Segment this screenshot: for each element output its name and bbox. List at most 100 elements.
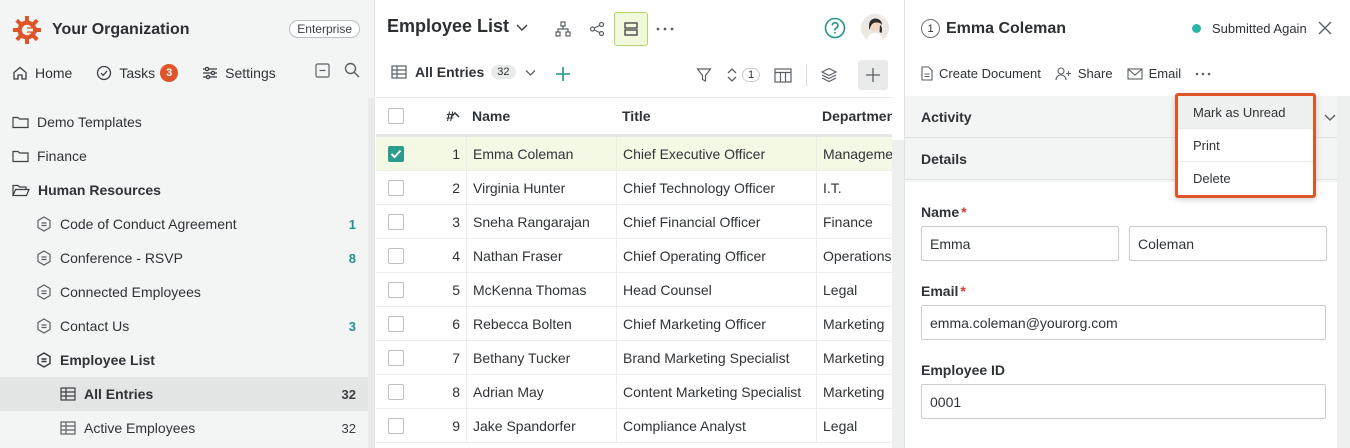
avatar[interactable] [861,14,889,42]
col-number[interactable]: # [416,108,466,124]
row-checkbox[interactable] [388,417,404,434]
tree-item-connected-employees[interactable]: Connected Employees [0,275,368,309]
search-icon[interactable] [344,62,360,78]
table-row[interactable]: 7 Bethany Tucker Brand Marketing Specialis… [376,341,892,375]
tree-item-demo-templates[interactable]: Demo Templates [0,105,368,139]
row-title: Chief Technology Officer [616,171,816,204]
more-views-button[interactable] [648,12,682,46]
table-row[interactable]: 2 Virginia Hunter Chief Technology Officer… [376,171,892,205]
select-all-checkbox[interactable] [388,108,404,124]
form-icon [36,284,52,300]
tree-item-employee-list[interactable]: Employee List [0,343,368,377]
row-checkbox[interactable] [388,247,404,264]
last-name-field[interactable]: Coleman [1129,226,1327,261]
table-row[interactable]: 6 Rebecca Bolten Chief Marketing Officer Ma… [376,307,892,341]
collapse-all-icon[interactable] [315,62,330,78]
nav-tools [301,62,360,78]
first-name-field[interactable]: Emma [921,226,1119,261]
table-icon [391,65,407,79]
org-logo-icon [13,16,41,44]
email-field[interactable]: emma.coleman@yourorg.com [921,305,1326,340]
row-name: Sneha Rangarajan [466,205,616,238]
tree-item-human-resources[interactable]: Human Resources [0,173,368,207]
tree-item-finance[interactable]: Finance [0,139,368,173]
share-button[interactable]: Share [1055,66,1113,81]
filter-button[interactable] [696,67,712,83]
table-row[interactable]: 4 Nathan Fraser Chief Operating Officer Ope… [376,239,892,273]
row-name: Jake Spandorfer [466,409,616,442]
row-checkbox[interactable] [388,179,404,196]
row-department: Marketing [816,307,892,340]
employee-id-field[interactable]: 0001 [921,384,1326,419]
plan-badge: Enterprise [289,20,360,38]
table-view-button[interactable] [614,12,648,46]
row-checkbox[interactable] [388,383,404,400]
tree-item-code-of-conduct[interactable]: Code of Conduct Agreement 1 [0,207,368,241]
workflow-view-button[interactable] [546,12,580,46]
table-row[interactable]: 3 Sneha Rangarajan Chief Financial Officer… [376,205,892,239]
help-icon[interactable] [824,17,846,39]
record-name: Emma Coleman [946,19,1067,37]
layers-button[interactable] [821,67,838,83]
row-number: 5 [452,281,460,298]
entries-table: # Name Title Department 1Emma ColemanChi… [376,97,892,443]
form-icon [36,352,52,368]
sort-count-badge: 1 [742,68,761,82]
list-tools: 1 [696,64,851,86]
record-actions: Create Document Share Email [921,66,1231,81]
table-row[interactable]: 8 Adrian May Content Marketing Specialist M… [376,375,892,409]
row-checkbox[interactable] [388,315,404,332]
tree-item-count: 3 [348,318,356,334]
columns-button[interactable] [774,67,792,83]
table-header: # Name Title Department [376,97,892,137]
row-name: Rebecca Bolten [466,307,616,340]
add-entry-button[interactable] [858,60,888,90]
menu-item-mark-unread[interactable]: Mark as Unread [1178,96,1313,129]
org-header[interactable]: Your Organization [12,13,189,47]
document-icon [921,66,933,81]
email-button[interactable]: Email [1127,66,1181,81]
entries-view-selector[interactable]: All Entries 32 [391,64,537,80]
col-title[interactable]: Title [616,98,816,134]
tree-item-contact-us[interactable]: Contact Us 3 [0,309,368,343]
sidebar-scrollbar[interactable] [368,98,374,448]
workflow-icon [555,21,571,37]
more-actions-button[interactable] [1195,72,1217,76]
menu-item-delete[interactable]: Delete [1178,162,1313,195]
col-department[interactable]: Department [816,98,892,134]
nav-tasks[interactable]: Tasks 3 [96,64,179,82]
nav-settings[interactable]: Settings [202,65,276,81]
table-row[interactable]: 1 Emma Coleman Chief Executive Officer Mana… [376,137,892,171]
tree-item-conference-rsvp[interactable]: Conference - RSVP 8 [0,241,368,275]
close-icon[interactable] [1318,21,1332,35]
row-number: 1 [452,145,460,162]
share-view-button[interactable] [580,12,614,46]
entries-count-badge: 32 [491,65,516,79]
sort-button[interactable]: 1 [726,67,761,83]
create-document-button[interactable]: Create Document [921,66,1041,81]
tree-item-active-employees[interactable]: Active Employees 32 [0,411,368,445]
tree-item-label: Demo Templates [37,114,142,130]
col-name[interactable]: Name [466,98,616,134]
table-scrollbar[interactable] [892,140,904,448]
row-checkbox[interactable] [388,349,404,366]
menu-item-print[interactable]: Print [1178,129,1313,162]
detail-scrollbar[interactable] [1337,96,1350,448]
add-view-button[interactable] [554,65,572,83]
name-inputs: Emma Coleman [921,222,1337,261]
status-text: Submitted Again [1212,21,1307,36]
status-badge[interactable]: Submitted Again [1192,21,1307,36]
more-dots-icon [1195,72,1211,75]
table-row[interactable]: 5 McKenna Thomas Head Counsel Legal [376,273,892,307]
nav-home[interactable]: Home [12,65,72,81]
folder-icon [12,149,29,163]
entries-label: All Entries [415,64,485,80]
row-checkbox[interactable] [388,281,404,298]
row-checkbox[interactable] [388,213,404,230]
checkmark-icon [390,149,402,158]
list-title[interactable]: Employee List [387,16,529,37]
tree-item-all-entries[interactable]: All Entries 32 [0,377,368,411]
row-checkbox[interactable] [388,145,404,162]
tree-item-label: Connected Employees [60,284,201,300]
table-row[interactable]: 9 Jake Spandorfer Compliance Analyst Legal [376,409,892,443]
